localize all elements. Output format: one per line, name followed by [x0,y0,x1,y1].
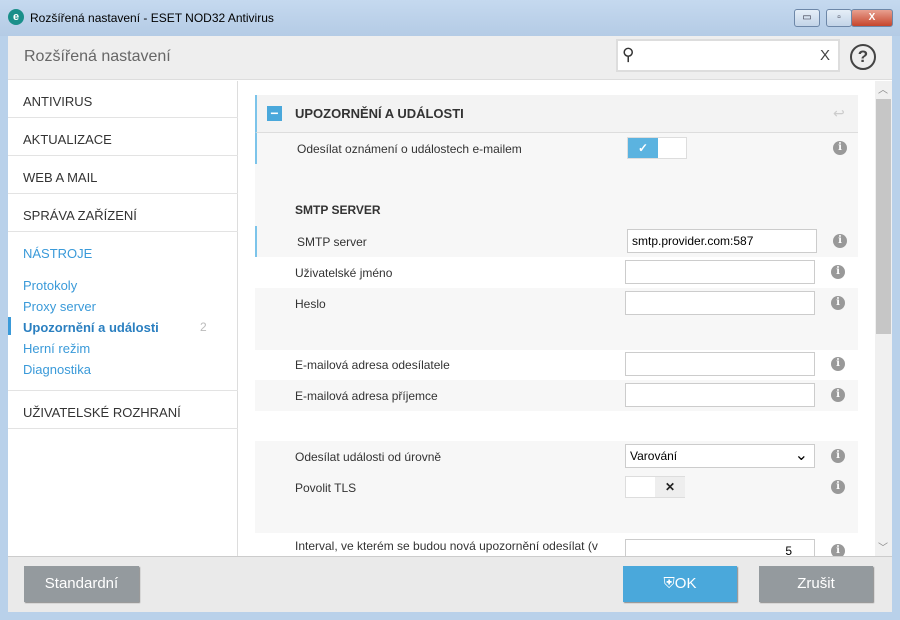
ok-button[interactable]: ⛨OK [623,566,737,602]
level-select[interactable]: Varování ⌄ [625,444,815,468]
username-input[interactable] [625,260,815,284]
info-icon[interactable]: i [833,234,847,248]
setting-label: E-mailová adresa odesílatele [295,358,450,372]
section-header: − UPOZORNĚNÍ A UDÁLOSTI ↩ [255,95,858,133]
info-icon[interactable]: i [831,449,845,463]
help-button[interactable]: ? [850,44,876,70]
selection-indicator [8,317,11,335]
setting-label: Interval, ve kterém se budou nová upozor… [295,539,598,553]
divider [8,390,238,391]
divider [8,231,238,232]
setting-label: Odesílat události od úrovně [295,450,442,464]
settings-panel: − UPOZORNĚNÍ A UDÁLOSTI ↩ Odesílat oznám… [239,81,875,556]
setting-row-recipient: E-mailová adresa příjemce i [255,380,858,411]
scrollbar-thumb[interactable] [876,99,891,334]
sidebar-item-uzivatelske-rozhrani[interactable]: UŽIVATELSKÉ ROZHRANÍ [23,405,181,420]
shield-icon: ⛨ [663,575,675,592]
sidebar-item-nastroje[interactable]: NÁSTROJE [23,246,92,261]
info-icon[interactable]: i [831,388,845,402]
interval-stepper[interactable]: 5 [625,539,815,556]
setting-label: E-mailová adresa příjemce [295,389,438,403]
clear-search-button[interactable]: X [820,47,830,64]
sidebar-subitem-proxy-server[interactable]: Proxy server [23,299,96,314]
smtp-server-input[interactable]: smtp.provider.com:587 [627,229,817,253]
smtp-heading-row: SMTP SERVER [255,195,858,226]
close-button[interactable]: X [851,9,893,27]
setting-row-password: Heslo i [255,288,858,319]
sidebar-subitem-upozorneni[interactable]: Upozornění a události [23,320,159,335]
divider [8,193,238,194]
subsection-title: SMTP SERVER [295,203,381,217]
setting-label: Odesílat oznámení o událostech e-mailem [297,142,522,156]
cancel-button[interactable]: Zrušit [759,566,873,602]
info-icon[interactable]: i [831,296,845,310]
chevron-down-icon: ⌄ [794,447,808,464]
collapse-button[interactable]: − [267,106,282,121]
maximize-button[interactable]: ▫ [826,9,852,27]
divider [8,155,238,156]
header: Rozšířená nastavení ⚲ X ? [8,36,892,80]
ok-label: OK [674,575,697,592]
setting-row-level: Odesílat události od úrovně Varování ⌄ i [255,441,858,472]
title-bar: e Rozšířená nastavení - ESET NOD32 Antiv… [0,0,900,36]
sidebar-subitem-diagnostika[interactable]: Diagnostika [23,362,91,377]
window-title: Rozšířená nastavení - ESET NOD32 Antivir… [30,11,274,25]
sidebar-item-web-a-mail[interactable]: WEB A MAIL [23,170,97,185]
revert-icon[interactable]: ↩ [833,105,845,122]
sidebar-item-antivirus[interactable]: ANTIVIRUS [23,94,92,109]
sidebar-item-aktualizace[interactable]: AKTUALIZACE [23,132,112,147]
spacer [255,164,858,195]
info-icon[interactable]: i [833,141,847,155]
check-icon: ✓ [628,138,658,158]
spacer [255,503,858,533]
section-title: UPOZORNĚNÍ A UDÁLOSTI [295,106,464,121]
info-icon[interactable]: i [831,357,845,371]
setting-row-smtp-server: SMTP server smtp.provider.com:587 i [255,226,858,257]
search-input[interactable]: ⚲ X [616,39,840,72]
footer: Standardní ⛨OK Zrušit [8,556,892,612]
scroll-down-icon[interactable]: ﹀ [878,539,888,554]
sidebar-subitem-protokoly[interactable]: Protokoly [23,278,77,293]
cross-icon: ✕ [655,477,685,497]
setting-row-username: Uživatelské jméno i [255,257,858,288]
sidebar-item-sprava-zarizeni[interactable]: SPRÁVA ZAŘÍZENÍ [23,208,137,223]
info-icon[interactable]: i [831,265,845,279]
password-input[interactable] [625,291,815,315]
sender-email-input[interactable] [625,352,815,376]
setting-label: Povolit TLS [295,481,357,495]
scrollbar[interactable]: ︿ ﹀ [875,81,892,556]
sidebar-subitem-herni-rezim[interactable]: Herní režim [23,341,90,356]
search-icon: ⚲ [622,45,635,64]
spacer [255,319,858,350]
default-button[interactable]: Standardní [24,566,139,602]
recipient-email-input[interactable] [625,383,815,407]
window-client: Rozšířená nastavení ⚲ X ? ANTIVIRUS AKTU… [8,36,892,612]
page-title: Rozšířená nastavení [24,48,171,65]
tls-toggle[interactable]: ✕ [625,476,685,498]
count-badge: 2 [200,320,207,334]
send-email-toggle[interactable]: ✓ [627,137,687,159]
eset-logo-icon: e [8,9,24,25]
minimize-button[interactable]: ▭ [794,9,820,27]
info-icon[interactable]: i [831,544,845,556]
sidebar: ANTIVIRUS AKTUALIZACE WEB A MAIL SPRÁVA … [8,81,238,556]
setting-row-tls: Povolit TLS ✕ i [255,472,858,503]
divider [8,117,238,118]
setting-label: SMTP server [297,235,367,249]
setting-label: Uživatelské jméno [295,266,393,280]
setting-row-send-email: Odesílat oznámení o událostech e-mailem … [255,133,858,164]
scroll-up-icon[interactable]: ︿ [878,81,888,96]
selected-value: Varování [630,449,678,463]
setting-row-sender: E-mailová adresa odesílatele i [255,349,858,380]
info-icon[interactable]: i [831,480,845,494]
setting-label: Heslo [295,297,326,311]
divider [8,428,238,429]
setting-row-interval: Interval, ve kterém se budou nová upozor… [255,533,858,556]
